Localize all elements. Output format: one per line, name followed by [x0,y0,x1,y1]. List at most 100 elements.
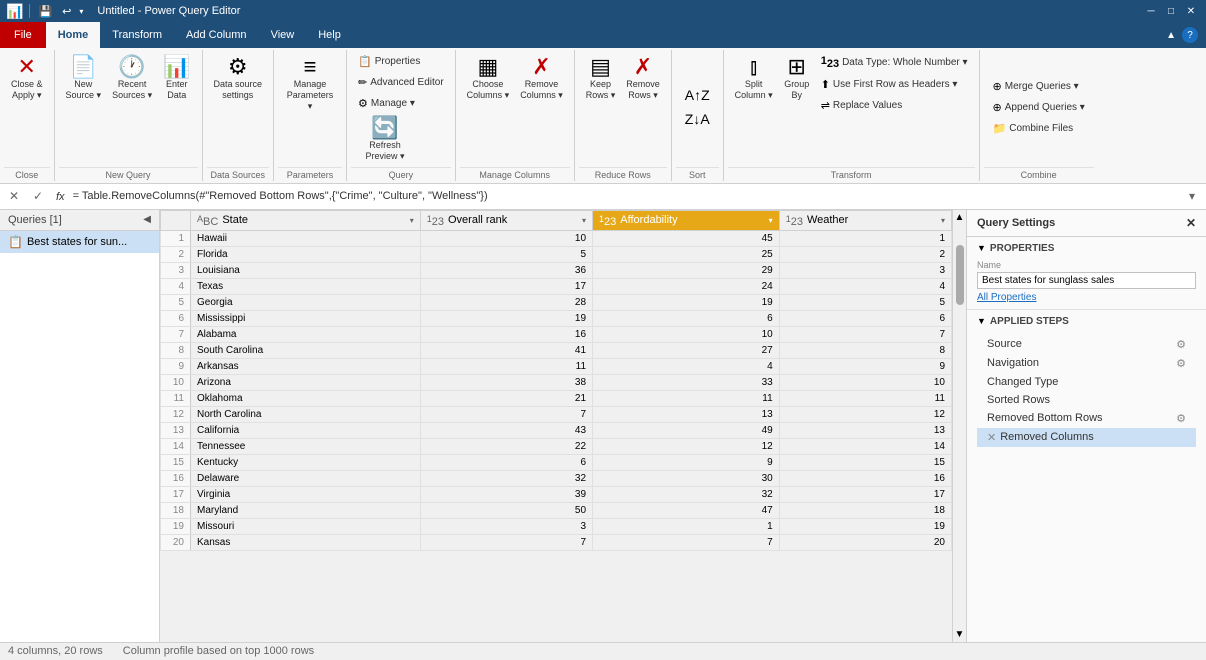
advanced-editor-button[interactable]: ✏ Advanced Editor [353,73,449,92]
table-row[interactable]: 1 Hawaii 10 45 1 [161,231,952,247]
table-row[interactable]: 7 Alabama 16 10 7 [161,327,952,343]
keep-rows-button[interactable]: ▤ KeepRows ▾ [581,52,621,104]
replace-values-button[interactable]: ⇌ Replace Values [816,96,973,115]
weather-col-dropdown[interactable]: ▾ [941,216,945,225]
quick-access-undo[interactable]: ↩ [60,5,73,18]
formula-input[interactable] [73,190,1178,202]
tab-add-column[interactable]: Add Column [174,22,259,48]
refresh-preview-button[interactable]: 🔄 RefreshPreview ▾ [355,113,415,165]
ribbon-collapse[interactable]: ▲ [1166,30,1176,41]
table-row[interactable]: 4 Texas 17 24 4 [161,279,952,295]
step-x-icon[interactable]: ✕ [987,431,996,444]
minimize-button[interactable]: ─ [1142,3,1160,19]
row-number: 13 [161,423,191,439]
help-icon[interactable]: ? [1182,27,1198,43]
table-row[interactable]: 20 Kansas 7 7 20 [161,535,952,551]
main-layout: Queries [1] ◀ 📋 Best states for sun... A… [0,210,1206,642]
group-by-icon: ⊞ [787,56,805,78]
sort-desc-button[interactable]: Z↓A [680,108,715,130]
table-row[interactable]: 6 Mississippi 19 6 6 [161,311,952,327]
applied-step-changed-type[interactable]: Changed Type [977,373,1196,391]
table-row[interactable]: 5 Georgia 28 19 5 [161,295,952,311]
ribbon-tabs: File Home Transform Add Column View Help… [0,22,1206,48]
close-apply-button[interactable]: ✕ Close &Apply ▾ [6,52,48,104]
col-header-affordability[interactable]: 123 Affordability ▾ [593,210,780,231]
tab-file[interactable]: File [0,22,46,48]
query-name-input[interactable] [977,272,1196,289]
choose-columns-button[interactable]: ▦ ChooseColumns ▾ [462,52,515,104]
tab-view[interactable]: View [259,22,307,48]
split-column-button[interactable]: ⫾ SplitColumn ▾ [730,52,778,104]
table-row[interactable]: 8 South Carolina 41 27 8 [161,343,952,359]
state-col-dropdown[interactable]: ▾ [410,216,414,225]
col-header-weather[interactable]: 123 Weather ▾ [779,210,951,231]
merge-queries-button[interactable]: ⊕ Merge Queries ▾ [988,77,1084,96]
new-source-button[interactable]: 📄 NewSource ▾ [61,52,107,104]
overall-rank-col-dropdown[interactable]: ▾ [582,216,586,225]
quick-access-dropdown[interactable]: ▾ [79,7,83,16]
formula-cancel-button[interactable]: ✕ [4,186,24,206]
manage-parameters-button[interactable]: ≡ ManageParameters ▾ [280,52,340,114]
applied-step-source[interactable]: Source⚙ [977,335,1196,354]
properties-chevron[interactable]: ▼ [977,243,986,253]
status-column-profile: Column profile based on top 1000 rows [123,645,314,657]
enter-data-button[interactable]: 📊 EnterData [158,52,195,104]
formula-expand-button[interactable]: ▾ [1182,186,1202,206]
query-item-best-states[interactable]: 📋 Best states for sun... [0,231,159,253]
affordability-col-dropdown[interactable]: ▾ [769,216,773,225]
ribbon-content: ✕ Close &Apply ▾ Close 📄 NewSource ▾ 🕐 R… [0,48,1206,184]
remove-rows-button[interactable]: ✗ RemoveRows ▾ [621,52,665,104]
tab-help[interactable]: Help [306,22,353,48]
table-row[interactable]: 11 Oklahoma 21 11 11 [161,391,952,407]
cell-affordability: 45 [593,231,780,247]
step-gear-icon[interactable]: ⚙ [1176,338,1186,351]
data-type-button[interactable]: 123 Data Type: Whole Number ▾ [816,52,973,73]
first-row-headers-button[interactable]: ⬆ Use First Row as Headers ▾ [816,75,973,94]
table-row[interactable]: 9 Arkansas 11 4 9 [161,359,952,375]
vertical-scrollbar[interactable]: ▲ ▼ [952,210,966,642]
quick-access-save[interactable]: 💾 [36,5,54,18]
cell-affordability: 32 [593,487,780,503]
table-row[interactable]: 15 Kentucky 6 9 15 [161,455,952,471]
tab-home[interactable]: Home [46,22,101,48]
table-row[interactable]: 12 North Carolina 7 13 12 [161,407,952,423]
col-header-overall-rank[interactable]: 123 Overall rank ▾ [420,210,592,231]
table-row[interactable]: 19 Missouri 3 1 19 [161,519,952,535]
table-row[interactable]: 14 Tennessee 22 12 14 [161,439,952,455]
step-gear-icon[interactable]: ⚙ [1176,412,1186,425]
applied-step-sorted-rows[interactable]: Sorted Rows [977,391,1196,409]
queries-collapse-icon[interactable]: ◀ [143,214,151,225]
recent-sources-button[interactable]: 🕐 RecentSources ▾ [107,52,157,104]
table-row[interactable]: 13 California 43 49 13 [161,423,952,439]
table-row[interactable]: 3 Louisiana 36 29 3 [161,263,952,279]
data-source-settings-button[interactable]: ⚙ Data sourcesettings [209,52,268,104]
maximize-button[interactable]: □ [1162,3,1180,19]
table-row[interactable]: 10 Arizona 38 33 10 [161,375,952,391]
data-grid-container[interactable]: ABC State ▾ 123 Overall rank ▾ [160,210,952,642]
step-label: Navigation [987,357,1176,369]
combine-files-label: Combine Files [1009,123,1073,134]
applied-steps-chevron[interactable]: ▼ [977,316,986,326]
formula-confirm-button[interactable]: ✓ [28,186,48,206]
applied-step-navigation[interactable]: Navigation⚙ [977,354,1196,373]
group-by-button[interactable]: ⊞ GroupBy [779,52,815,104]
combine-files-button[interactable]: 📁 Combine Files [988,119,1079,138]
applied-step-removed-bottom-rows[interactable]: Removed Bottom Rows⚙ [977,409,1196,428]
append-queries-button[interactable]: ⊕ Append Queries ▾ [988,98,1090,117]
query-settings-close-icon[interactable]: ✕ [1186,216,1196,230]
table-row[interactable]: 2 Florida 5 25 2 [161,247,952,263]
manage-button[interactable]: ⚙ Manage ▾ [353,94,420,113]
sort-asc-button[interactable]: A↑Z [680,84,715,106]
remove-columns-button[interactable]: ✗ RemoveColumns ▾ [515,52,568,104]
col-header-state[interactable]: ABC State ▾ [191,210,421,231]
applied-step-removed-columns[interactable]: ✕Removed Columns [977,428,1196,447]
all-properties-link[interactable]: All Properties [977,292,1196,303]
scrollbar-thumb[interactable] [956,245,964,305]
table-row[interactable]: 17 Virginia 39 32 17 [161,487,952,503]
table-row[interactable]: 18 Maryland 50 47 18 [161,503,952,519]
close-button[interactable]: ✕ [1182,3,1200,19]
table-row[interactable]: 16 Delaware 32 30 16 [161,471,952,487]
tab-transform[interactable]: Transform [100,22,174,48]
properties-button[interactable]: 📋 Properties [353,52,425,71]
step-gear-icon[interactable]: ⚙ [1176,357,1186,370]
